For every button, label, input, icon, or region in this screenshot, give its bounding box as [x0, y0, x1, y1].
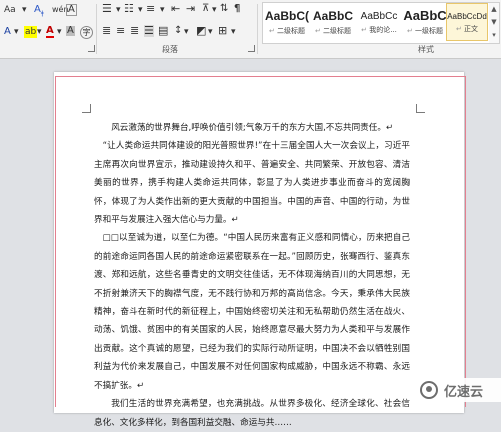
chevron-down-icon[interactable]: ▾ — [212, 4, 217, 16]
show-marks-icon[interactable]: ¶ — [234, 3, 240, 15]
char-shading-button[interactable]: A — [66, 26, 75, 36]
style-heading-2-a[interactable]: AaBbC( ↵ 二级标题 — [265, 4, 309, 40]
gallery-more-button[interactable]: ▾ — [489, 29, 499, 42]
chevron-down-icon[interactable]: ▾ — [116, 4, 121, 16]
crop-mark — [416, 104, 425, 113]
clear-format-icon[interactable]: Aǂ — [34, 4, 44, 20]
justify-icon[interactable]: ☰ — [144, 25, 154, 37]
styles-gallery: AaBbC( ↵ 二级标题 AaBbC ↵ 二级标题 AaBbCc ↵ 我的论.… — [262, 2, 490, 44]
chevron-down-icon[interactable]: ▾ — [14, 26, 19, 38]
style-preview: AaBbC — [403, 8, 447, 23]
enclose-character-button[interactable]: A — [66, 4, 77, 16]
style-name: ↵ 二级标题 — [314, 27, 352, 35]
chevron-down-icon[interactable]: ▾ — [184, 26, 189, 38]
document-body[interactable]: 风云激荡的世界舞台,呼唤价值引领;气象万千的东方大国,不忘共同责任。↵ “让人类… — [94, 119, 410, 432]
paragraph: 风云激荡的世界舞台,呼唤价值引领;气象万千的东方大国,不忘共同责任。↵ — [111, 123, 394, 133]
increase-indent-icon[interactable]: ⇥ — [186, 3, 195, 15]
styles-gallery-scroll: ▲ ▼ ▾ — [489, 2, 500, 44]
paragraph: □□以至诚为道，以至仁为德。“中国人民历来富有正义感和同情心，历来把自己的前途命… — [94, 233, 410, 391]
style-preview: AaBbC — [312, 9, 353, 23]
align-right-icon[interactable]: ≣ — [130, 25, 139, 37]
gallery-up-button[interactable]: ▲ — [489, 3, 499, 16]
ribbon-divider — [257, 4, 258, 54]
align-left-icon[interactable]: ≣ — [102, 25, 111, 37]
numbering-icon[interactable]: ☷ — [124, 3, 134, 15]
watermark-text: 亿速云 — [444, 385, 484, 400]
style-heading-2-b[interactable]: AaBbC ↵ 二级标题 — [311, 4, 355, 40]
cloud-logo-icon — [420, 381, 438, 399]
multilevel-list-icon[interactable]: ≡ — [146, 3, 155, 15]
paragraph-group-label: 段落 — [162, 45, 178, 54]
bullets-icon[interactable]: ☰ — [102, 3, 112, 15]
style-heading-1[interactable]: AaBbC ↵ 一级标题 — [403, 4, 447, 40]
sort-icon[interactable]: ⇅ — [220, 3, 228, 15]
style-name: ↵ 一级标题 — [406, 27, 444, 35]
paragraph-dialog-launcher[interactable] — [248, 45, 255, 52]
crop-mark — [82, 104, 91, 113]
change-case-button[interactable]: Aa — [4, 4, 16, 16]
paragraph: 我们生活的世界充满希望，也充满挑战。从世界多极化、经济全球化、社会信息化、文化多… — [94, 399, 410, 428]
styles-group-label: 样式 — [418, 45, 434, 54]
align-center-icon[interactable]: ≡ — [116, 25, 125, 37]
style-name: ↵ 二级标题 — [268, 27, 306, 35]
style-preview: AaBbCcDd — [447, 12, 487, 21]
style-preview: AaBbCc — [360, 11, 398, 22]
chinese-layout-icon[interactable]: ⊼ — [202, 3, 209, 15]
text-effect-button[interactable]: A — [4, 26, 11, 38]
distributed-icon[interactable]: ▤ — [158, 25, 168, 37]
style-preview: AaBbC( — [265, 9, 309, 23]
gallery-down-button[interactable]: ▼ — [489, 16, 499, 29]
borders-icon[interactable]: ⊞ — [218, 25, 227, 37]
chevron-down-icon[interactable]: ▾ — [37, 26, 42, 38]
decrease-indent-icon[interactable]: ⇤ — [171, 3, 180, 15]
chevron-down-icon[interactable]: ▾ — [208, 26, 213, 38]
style-name: ↵ 正文 — [455, 25, 479, 33]
highlight-button[interactable]: ab — [24, 26, 38, 38]
style-name: ↵ 我的论... — [361, 26, 397, 34]
ribbon: Aa ▾ Aǂ wén A A ▾ ab ▾ A ▾ A 字 ☰ ▾ ☷ ▾ ≡… — [0, 0, 501, 59]
chevron-down-icon[interactable]: ▾ — [160, 4, 165, 16]
site-watermark: 亿速云 — [418, 378, 501, 402]
chevron-down-icon[interactable]: ▾ — [22, 4, 27, 16]
chevron-down-icon[interactable]: ▾ — [138, 4, 143, 16]
font-dialog-launcher[interactable] — [88, 45, 95, 52]
chevron-down-icon[interactable]: ▾ — [57, 26, 62, 38]
paragraph: “让人类命运共同体建设的阳光普照世界!”在十三届全国人大一次会议上，习近平主席再… — [94, 141, 410, 226]
ribbon-divider — [96, 4, 97, 54]
font-color-button[interactable]: A — [46, 26, 54, 38]
style-thesis[interactable]: AaBbCc ↵ 我的论... — [357, 4, 401, 40]
shading-icon[interactable]: ◩ — [196, 25, 206, 37]
chevron-down-icon[interactable]: ▾ — [231, 26, 236, 38]
style-normal[interactable]: AaBbCcDd ↵ 正文 — [446, 3, 488, 41]
enclose-char-button[interactable]: 字 — [80, 26, 93, 39]
line-spacing-icon[interactable]: ↕ — [174, 25, 182, 37]
